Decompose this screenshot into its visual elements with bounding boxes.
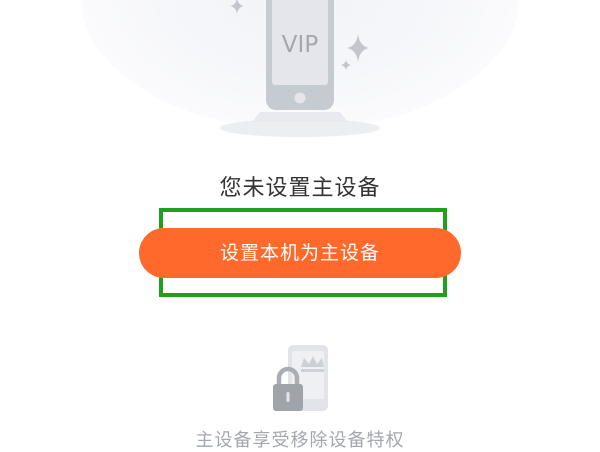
vip-phone-icon: VIP [220, 0, 380, 137]
phone-lock-crown-icon [273, 345, 328, 411]
phone-vip-label: VIP [282, 32, 319, 58]
page-title: 您未设置主设备 [219, 176, 381, 201]
set-primary-device-button[interactable]: 设置本机为主设备 [139, 228, 461, 278]
hero-illustration: VIP [0, 0, 600, 160]
feature-description: 主设备享受移除设备特权 [195, 430, 405, 451]
